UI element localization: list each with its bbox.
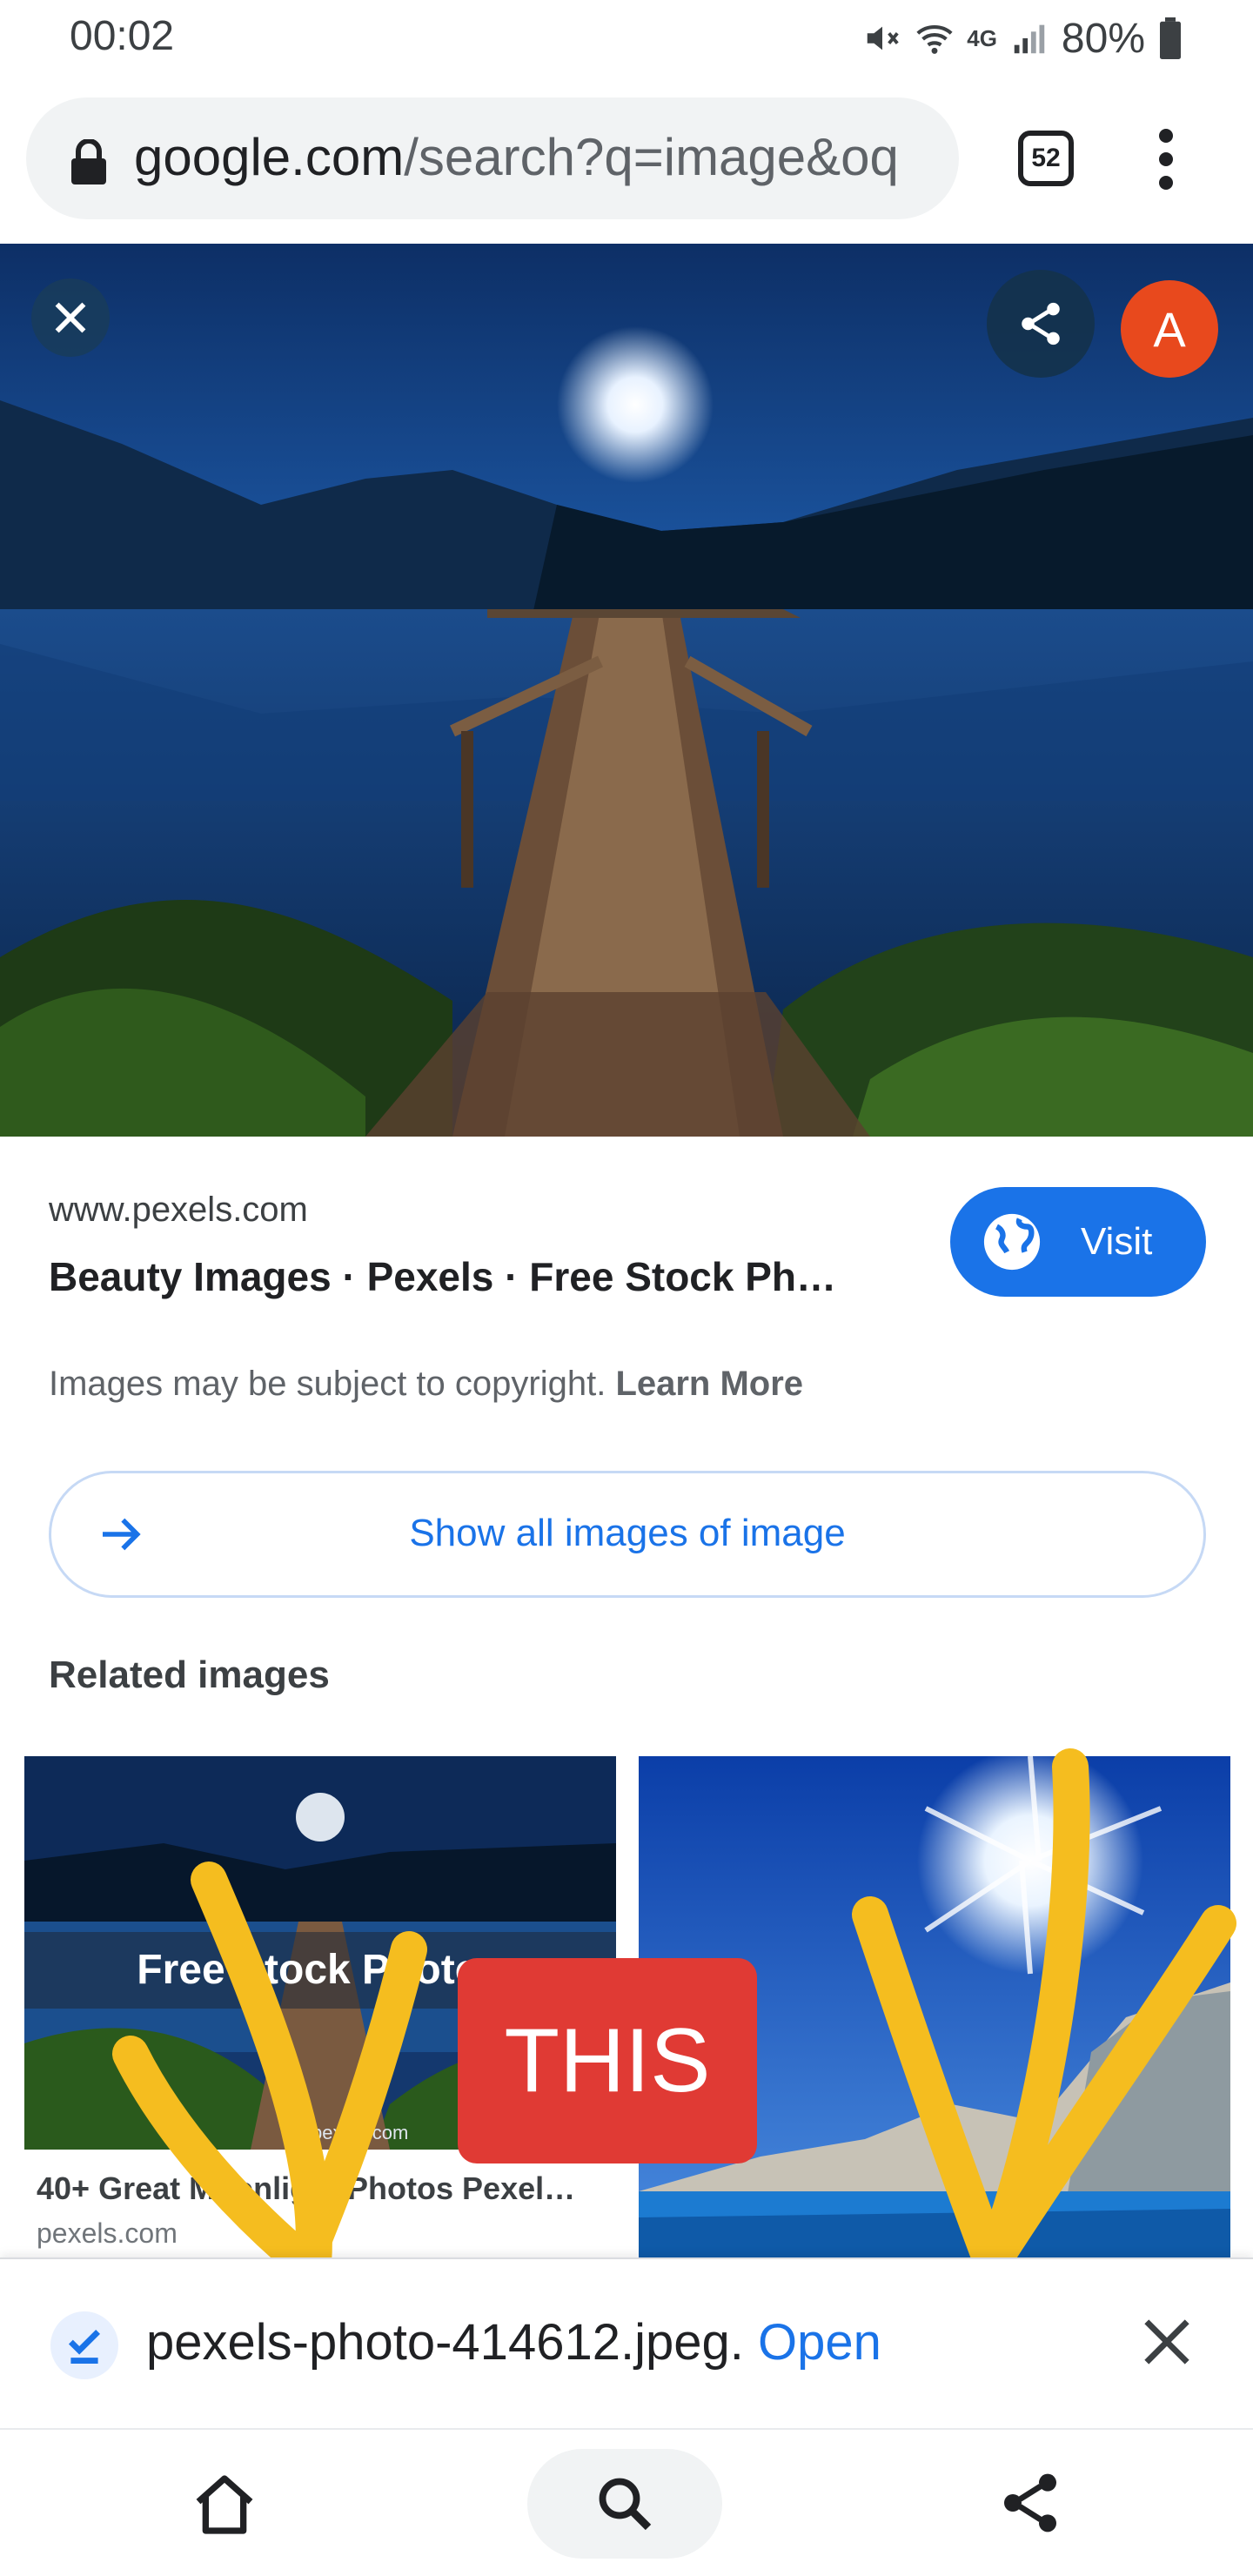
close-preview-button[interactable]: [31, 278, 110, 357]
download-message: pexels-photo-414612.jpeg. Open: [146, 2313, 881, 2371]
result-title[interactable]: Beauty Images · Pexels · Free Stock Ph…: [49, 1253, 836, 1300]
related-title: 40+ Great Moonlight Photos Pexel…: [37, 2170, 576, 2206]
dismiss-download-icon[interactable]: [1142, 2317, 1192, 2367]
share-icon[interactable]: [995, 2468, 1065, 2538]
tab-count: 52: [1031, 144, 1061, 172]
download-check-icon: [68, 2329, 101, 2364]
watermark-text: pexels.com: [312, 2122, 408, 2143]
show-all-images-button[interactable]: Show all images of image: [49, 1471, 1206, 1598]
visit-label: Visit: [1081, 1220, 1153, 1263]
status-icons: 4G 80%: [862, 12, 1183, 64]
download-notification: pexels-photo-414612.jpeg. Open: [0, 2257, 1253, 2428]
globe-icon: [983, 1213, 1041, 1271]
battery-icon: [1160, 17, 1181, 59]
search-button[interactable]: [527, 2449, 722, 2559]
share-image-button[interactable]: [987, 270, 1095, 378]
more-menu-button[interactable]: [1149, 129, 1183, 190]
url-path: /search?q=image&oq: [404, 128, 899, 186]
related-heading: Related images: [49, 1654, 330, 1696]
tabs-button[interactable]: 52: [1018, 131, 1074, 186]
show-all-label: Show all images of image: [409, 1512, 846, 1554]
visit-button[interactable]: Visit: [950, 1187, 1206, 1297]
signal-icon: [1014, 24, 1045, 54]
related-thumbnail: [639, 1756, 1230, 2261]
wifi-icon: [916, 24, 953, 54]
close-icon: [55, 302, 86, 333]
share-icon: [1022, 302, 1060, 345]
copyright-notice: Images may be subject to copyright. Lear…: [49, 1365, 803, 1404]
related-source: pexels.com: [37, 2217, 178, 2249]
download-filename: pexels-photo-414612.jpeg.: [146, 2314, 744, 2371]
download-open-link[interactable]: Open: [758, 2314, 881, 2371]
url-host: google.com: [134, 128, 405, 186]
bottom-navigation: [0, 2428, 1253, 2576]
mute-icon: [867, 26, 899, 50]
download-complete-badge: [50, 2311, 118, 2379]
browser-toolbar: google.com/search?q=image&oq 52: [0, 78, 1253, 244]
status-bar: 00:02 4G 80%: [0, 0, 1253, 78]
related-card[interactable]: pexels.com Free Stock Photos 40+ Great M…: [24, 1756, 616, 2261]
search-icon: [599, 2478, 652, 2531]
url-bar[interactable]: google.com/search?q=image&oq: [26, 97, 959, 219]
lock-icon: [71, 139, 106, 184]
battery-percent: 80%: [1061, 15, 1145, 62]
image-preview[interactable]: A: [0, 244, 1253, 1137]
network-type: 4G: [967, 24, 997, 51]
learn-more-link[interactable]: Learn More: [615, 1365, 803, 1403]
night-lake-dock-image: [0, 244, 1253, 1137]
related-card[interactable]: [639, 1756, 1230, 2261]
copyright-text: Images may be subject to copyright.: [49, 1365, 606, 1403]
account-avatar[interactable]: A: [1121, 280, 1218, 378]
thumbnail-caption: Free Stock Photos: [24, 1932, 616, 2009]
url-text[interactable]: google.com/search?q=image&oq: [134, 127, 899, 187]
source-domain: www.pexels.com: [49, 1191, 308, 1229]
status-time: 00:02: [70, 13, 175, 59]
home-icon[interactable]: [190, 2470, 259, 2539]
